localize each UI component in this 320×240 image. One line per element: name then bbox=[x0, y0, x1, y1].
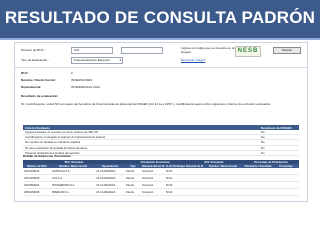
linked-role-cell bbox=[243, 181, 274, 190]
percentage-cell bbox=[273, 174, 300, 183]
percentage-cell bbox=[273, 188, 300, 197]
name-cell: LITE S.A. bbox=[51, 174, 95, 183]
detail-col-header: Numeral de RUC bbox=[185, 164, 204, 169]
linked-ruc-cell bbox=[185, 188, 204, 197]
captcha-prompt: Ingrese el código que se muestra en la i… bbox=[181, 46, 235, 54]
eval-type-label: Tipo de Evaluación : bbox=[21, 58, 49, 62]
result-dependency-value: INTENDENCIA LIMA bbox=[71, 85, 100, 89]
table-row: 20474269548 LITE S.A. I.R.CAJAMARCA Dire… bbox=[23, 174, 300, 183]
detail-title: Detalle de Empresas Vinculadas: bbox=[23, 154, 72, 158]
eval-type-select[interactable]: Fraccionamiento Especial ▾ bbox=[71, 57, 123, 64]
slide-title: RESULTADO DE CONSULTA PADRÓN bbox=[4, 8, 316, 27]
table-row: 20534455296 PREMIUM S.A. I.R.CAJAMARCA D… bbox=[23, 188, 300, 197]
dependency-cell: I.R.CAJAMARCA bbox=[95, 188, 126, 197]
ruc-input[interactable]: 201 bbox=[71, 47, 113, 54]
dependency-cell: I.R.CAJAMARCA bbox=[95, 174, 126, 183]
captcha-image: NESB bbox=[235, 46, 261, 57]
ruc-cell: 20534455296 bbox=[23, 188, 51, 197]
result-cell: No bbox=[259, 150, 299, 156]
header-accent-line bbox=[0, 38, 320, 40]
name-cell: PREMIUM S.A. bbox=[51, 188, 95, 197]
dependency-cell: I.R.CAJAMARCA bbox=[95, 181, 126, 190]
result-ruc-value: 2 bbox=[71, 71, 73, 75]
linked-ruc-cell bbox=[185, 174, 204, 183]
type-cell: Directa bbox=[125, 174, 142, 183]
linked-name-cell bbox=[203, 174, 244, 183]
result-ruc-label: RUC : bbox=[21, 71, 30, 75]
ruc-field-label: Número de RUC : bbox=[21, 48, 46, 52]
result-name-label: Nombre / Razón Social: bbox=[21, 78, 56, 82]
participation-cell: 50.00 bbox=[165, 174, 186, 183]
participation-cell: 50.00 bbox=[165, 181, 186, 190]
eval-result-message: Sr. Contribuyente: usted NO es sujeto de… bbox=[21, 102, 272, 106]
numeral-cell: Numeral 1 bbox=[141, 174, 166, 183]
name-cell: PROVEEDORA S.A. bbox=[51, 181, 95, 190]
numeral-cell: Numeral 1 bbox=[141, 188, 166, 197]
result-dependency-label: Dependencia: bbox=[21, 85, 42, 89]
criteria-table: Criterio Evaluado Resultado del FRAES In… bbox=[23, 125, 299, 156]
consulta-screenshot: Número de RUC : 201 Ingrese el código qu… bbox=[14, 42, 308, 202]
search-button[interactable]: Buscar bbox=[273, 47, 301, 54]
participation-cell: 50.00 bbox=[165, 188, 186, 197]
linked-role-cell bbox=[243, 188, 274, 197]
detail-col-header: Vinculante / Vinculado bbox=[243, 164, 274, 169]
detail-col-header: % de Participación bbox=[165, 164, 186, 169]
ruc-cell: 20474269548 bbox=[23, 174, 51, 183]
linked-name-cell bbox=[203, 188, 244, 197]
ruc-cell: 20233552183 bbox=[23, 181, 51, 190]
refresh-image-link[interactable]: Refrescar imagen bbox=[181, 58, 205, 62]
linked-role-cell bbox=[243, 174, 274, 183]
ruc-input-secondary[interactable] bbox=[121, 47, 163, 54]
linked-ruc-cell bbox=[185, 181, 204, 190]
detail-col-header: Número de RUC bbox=[23, 164, 51, 169]
divider bbox=[15, 67, 307, 68]
result-name-value: INVERSIONES bbox=[71, 78, 93, 82]
type-cell: Directa bbox=[125, 181, 142, 190]
linked-name-cell bbox=[203, 181, 244, 190]
detail-col-header: Numeral del art 12 DS bbox=[141, 164, 166, 169]
chevron-down-icon: ▾ bbox=[119, 58, 121, 62]
linked-companies-table: RUC Vinculado Vinculación Económica RUC … bbox=[23, 160, 300, 197]
table-row: 20233552183 PROVEEDORA S.A. I.R.CAJAMARC… bbox=[23, 181, 300, 190]
ruc-input-value: 201 bbox=[74, 48, 80, 52]
numeral-cell: Numeral 1 bbox=[141, 181, 166, 190]
type-cell: Directa bbox=[125, 188, 142, 197]
eval-type-value: Fraccionamiento Especial bbox=[74, 58, 110, 62]
percentage-cell bbox=[273, 181, 300, 190]
eval-result-label: Resultado de evaluación: bbox=[21, 94, 59, 98]
detail-col-header: Nombre / Razón Social bbox=[203, 164, 244, 169]
